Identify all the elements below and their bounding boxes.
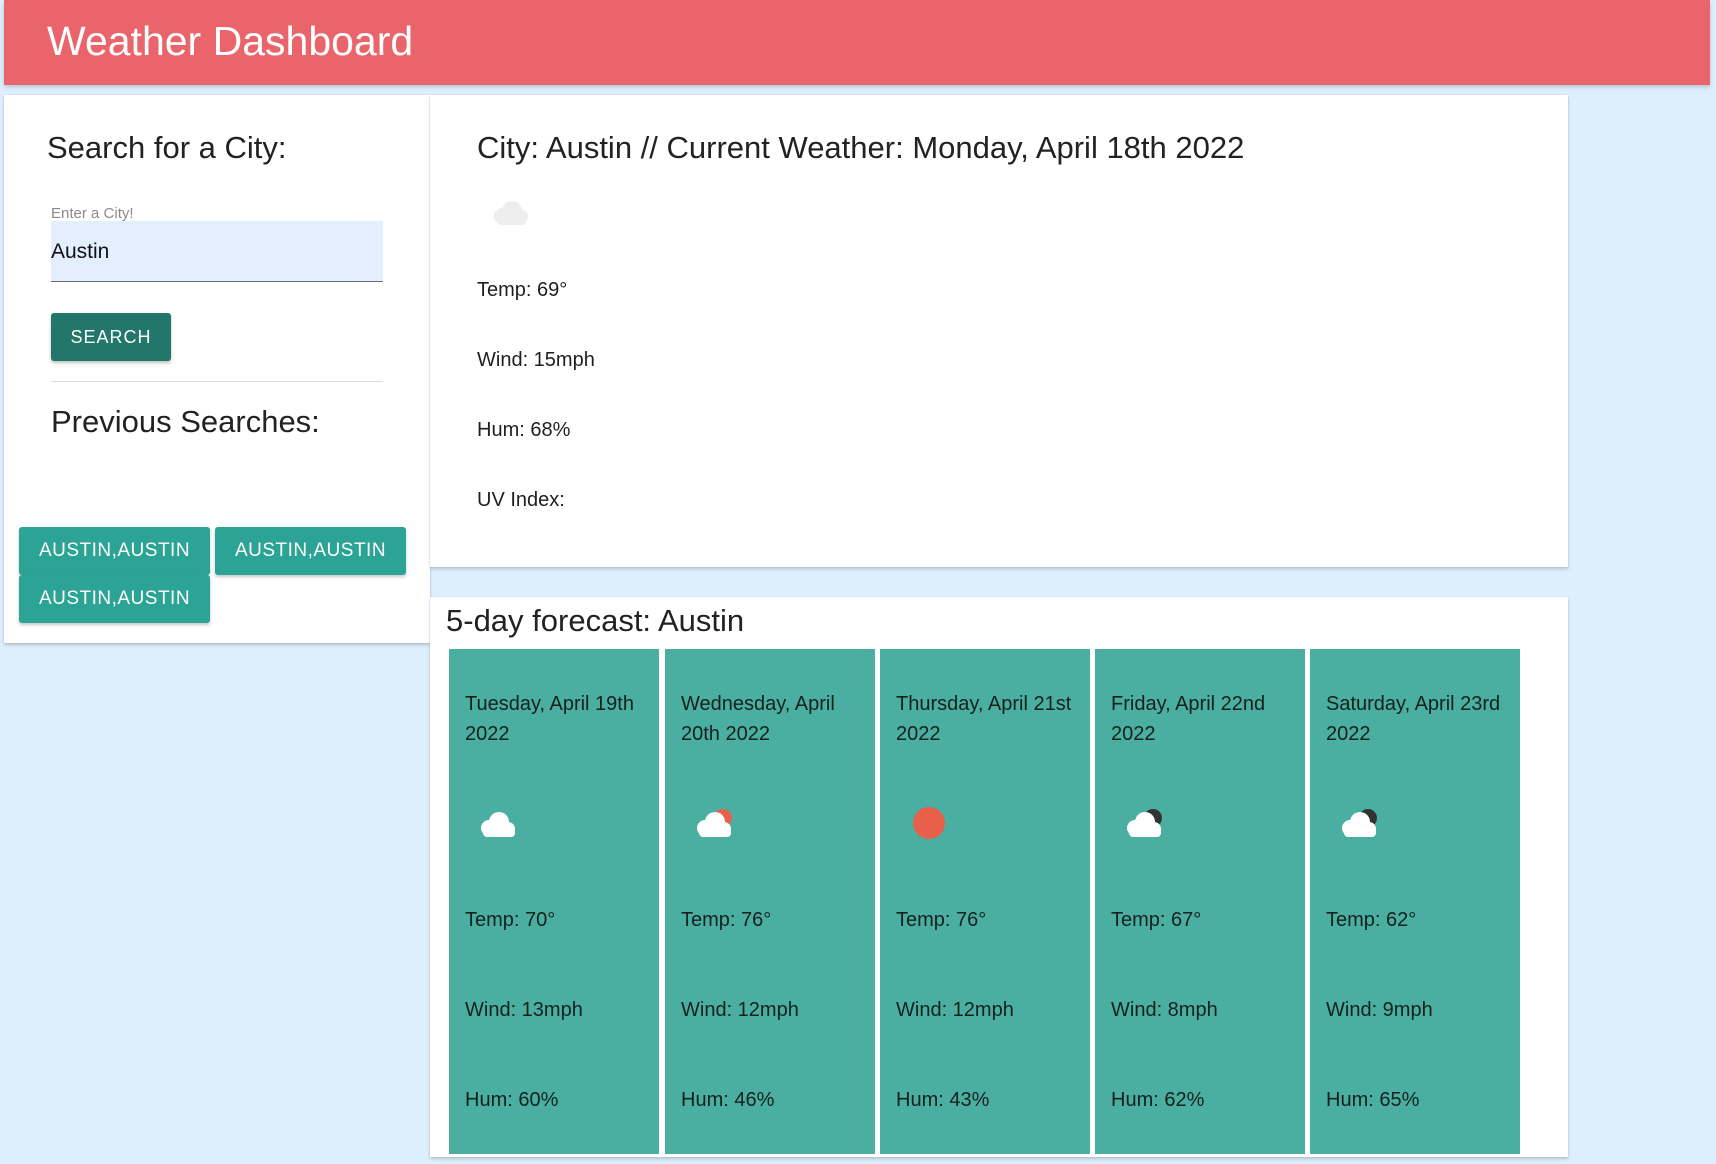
history-button[interactable]: AUSTIN,AUSTIN: [215, 527, 406, 575]
previous-searches-heading: Previous Searches:: [51, 404, 320, 439]
cloud-icon: [481, 812, 515, 837]
forecast-temp: Temp: 76°: [681, 909, 772, 931]
forecast-date: Friday, April 22nd 2022: [1111, 693, 1266, 745]
city-input-label: Enter a City!: [51, 205, 134, 222]
history-button[interactable]: AUSTIN,AUSTIN: [19, 575, 210, 623]
forecast-temp: Temp: 67°: [1111, 909, 1202, 931]
forecast-wind: Wind: 12mph: [896, 999, 1014, 1021]
current-uv-index: UV Index:: [477, 489, 565, 511]
forecast-humidity: Hum: 46%: [681, 1089, 775, 1111]
forecast-date: Thursday, April 21st 2022: [896, 693, 1072, 745]
forecast-day-card: Friday, April 22nd 2022 Temp: 67° Wind: …: [1095, 649, 1305, 1154]
city-search-input[interactable]: [51, 221, 383, 282]
forecast-day-card: Wednesday, April 20th 2022 Temp: 76° Win…: [665, 649, 875, 1154]
forecast-date: Tuesday, April 19th 2022: [465, 693, 634, 745]
forecast-temp: Temp: 70°: [465, 909, 556, 931]
app-title: Weather Dashboard: [47, 18, 414, 64]
forecast-humidity: Hum: 60%: [465, 1089, 559, 1111]
current-humidity: Hum: 68%: [477, 419, 571, 441]
divider: [51, 381, 383, 382]
sun-icon: [913, 807, 945, 839]
cloud-icon: [494, 201, 528, 225]
forecast-day-card: Tuesday, April 19th 2022 Temp: 70° Wind:…: [449, 649, 659, 1154]
forecast-humidity: Hum: 43%: [896, 1089, 990, 1111]
forecast-wind: Wind: 13mph: [465, 999, 583, 1021]
current-wind: Wind: 15mph: [477, 349, 595, 371]
forecast-temp: Temp: 76°: [896, 909, 987, 931]
history-button[interactable]: AUSTIN,AUSTIN: [19, 527, 210, 575]
search-heading: Search for a City:: [47, 130, 287, 165]
current-temp: Temp: 69°: [477, 279, 568, 301]
forecast-wind: Wind: 8mph: [1111, 999, 1218, 1021]
forecast-day-card: Thursday, April 21st 2022 Temp: 76° Wind…: [880, 649, 1090, 1154]
forecast-humidity: Hum: 65%: [1326, 1089, 1420, 1111]
current-weather-title: City: Austin // Current Weather: Monday,…: [477, 130, 1245, 165]
cloud-sun-icon: [697, 809, 732, 837]
forecast-date: Wednesday, April 20th 2022: [681, 693, 835, 745]
forecast-date: Saturday, April 23rd 2022: [1326, 693, 1501, 745]
forecast-humidity: Hum: 62%: [1111, 1089, 1205, 1111]
forecast-day-card: Saturday, April 23rd 2022 Temp: 62° Wind…: [1310, 649, 1520, 1154]
forecast-wind: Wind: 12mph: [681, 999, 799, 1021]
forecast-title: 5-day forecast: Austin: [446, 603, 745, 638]
search-button[interactable]: SEARCH: [51, 313, 171, 361]
app-header: Weather Dashboard: [4, 0, 1710, 85]
forecast-temp: Temp: 62°: [1326, 909, 1417, 931]
cloud-moon-icon: [1342, 809, 1377, 837]
forecast-wind: Wind: 9mph: [1326, 999, 1433, 1021]
cloud-moon-icon: [1127, 809, 1162, 837]
